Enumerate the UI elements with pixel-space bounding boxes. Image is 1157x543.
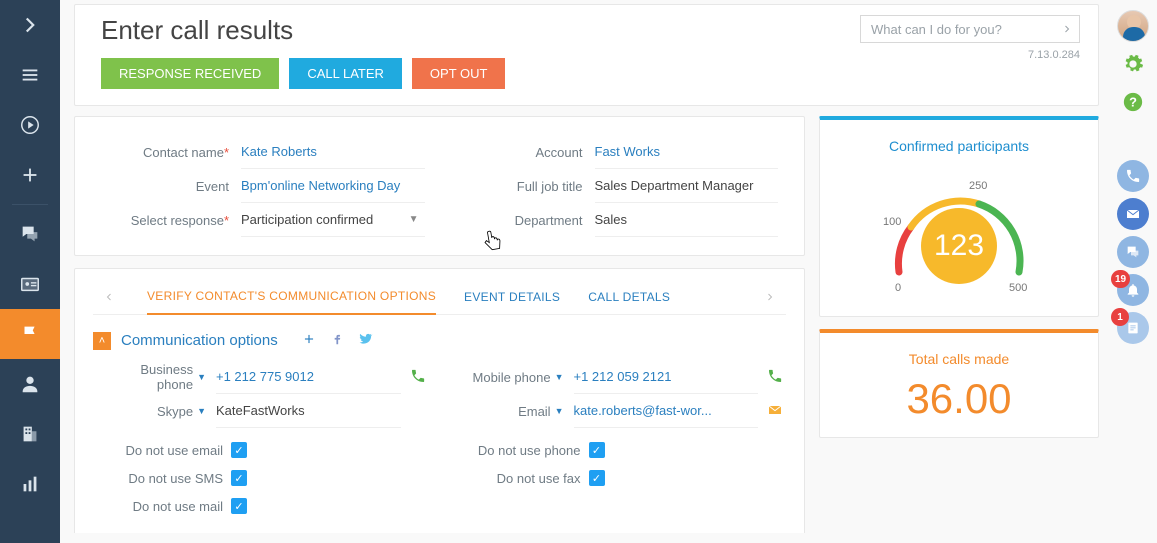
value-mobile-phone[interactable]: +1 212 059 2121 — [574, 360, 759, 394]
help-icon[interactable]: ? — [1117, 86, 1149, 118]
label-contact-name: Contact name* — [101, 145, 241, 160]
label-mobile-phone[interactable]: Mobile phone▼ — [459, 370, 574, 385]
nav-expand-icon[interactable] — [0, 0, 60, 50]
gauge-tick-100: 100 — [883, 216, 901, 228]
call-later-button[interactable]: CALL LATER — [289, 58, 402, 89]
cti-bell-icon[interactable]: 19 — [1117, 274, 1149, 306]
value-full-job-title[interactable]: Sales Department Manager — [595, 169, 779, 203]
checkbox-dnu-mail[interactable]: ✓ — [231, 498, 247, 514]
twitter-icon[interactable] — [356, 331, 374, 350]
cti-mail-icon[interactable] — [1117, 198, 1149, 230]
tab-call-details[interactable]: CALL DETALS — [588, 284, 670, 314]
gauge-value: 123 — [921, 208, 997, 284]
opt-out-button[interactable]: OPT OUT — [412, 58, 506, 89]
gauge-tick-500: 500 — [1009, 282, 1027, 294]
dash-title-confirmed: Confirmed participants — [889, 138, 1029, 154]
nav-flag-icon[interactable] — [0, 309, 60, 359]
section-title-communication: Communication options — [121, 332, 278, 349]
chevron-right-icon — [1061, 23, 1073, 35]
feed-badge: 1 — [1111, 308, 1129, 326]
value-email[interactable]: kate.roberts@fast-wor... — [574, 394, 759, 428]
action-button-row: RESPONSE RECEIVED CALL LATER OPT OUT — [101, 58, 1078, 89]
svg-text:?: ? — [1129, 95, 1137, 110]
global-search[interactable]: What can I do for you? — [860, 15, 1080, 43]
tab-verify-communication[interactable]: VERIFY CONTACT'S COMMUNICATION OPTIONS — [147, 283, 436, 315]
label-dnu-email: Do not use email — [101, 443, 231, 458]
nav-add-icon[interactable] — [0, 150, 60, 200]
cti-feed-icon[interactable]: 1 — [1117, 312, 1149, 344]
label-full-job-title: Full job title — [455, 179, 595, 194]
cti-chat-icon[interactable] — [1117, 236, 1149, 268]
mail-icon[interactable] — [764, 402, 786, 421]
user-avatar[interactable] — [1117, 10, 1149, 42]
label-account: Account — [455, 145, 595, 160]
tab-scroll-left-icon[interactable] — [99, 287, 119, 310]
phone-icon[interactable] — [407, 368, 429, 387]
chevron-down-icon: ▼ — [409, 214, 419, 225]
dash-title-total-calls: Total calls made — [909, 351, 1009, 367]
header-card: What can I do for you? 7.13.0.284 Enter … — [74, 4, 1099, 106]
response-received-button[interactable]: RESPONSE RECEIVED — [101, 58, 279, 89]
nav-separator — [12, 204, 48, 205]
call-form-card: Contact name* Kate Roberts Event Bpm'onl… — [74, 116, 805, 256]
label-email[interactable]: Email▼ — [459, 404, 574, 419]
label-dnu-mail: Do not use mail — [101, 499, 231, 514]
phone-icon[interactable] — [764, 368, 786, 387]
label-skype[interactable]: Skype▼ — [101, 404, 216, 419]
nav-menu-icon[interactable] — [0, 50, 60, 100]
total-calls-value: 36.00 — [906, 375, 1011, 423]
label-dnu-phone: Do not use phone — [459, 443, 589, 458]
tabs-card: VERIFY CONTACT'S COMMUNICATION OPTIONS E… — [74, 268, 805, 533]
label-department: Department — [455, 213, 595, 228]
gauge-tick-250: 250 — [969, 180, 987, 192]
value-skype[interactable]: KateFastWorks — [216, 394, 401, 428]
gauge-tick-0: 0 — [895, 282, 901, 294]
right-float-rail: ? 19 1 — [1109, 0, 1157, 344]
checkbox-dnu-phone[interactable]: ✓ — [589, 442, 605, 458]
dashboard-total-calls: Total calls made 36.00 — [819, 329, 1099, 438]
select-response-text: Participation confirmed — [241, 212, 373, 227]
checkbox-dnu-fax[interactable]: ✓ — [589, 470, 605, 486]
value-select-response[interactable]: Participation confirmed ▼ — [241, 203, 425, 237]
value-event[interactable]: Bpm'online Networking Day — [241, 169, 425, 203]
version-label: 7.13.0.284 — [1028, 49, 1080, 61]
nav-idcard-icon[interactable] — [0, 259, 60, 309]
bell-badge: 19 — [1111, 270, 1130, 288]
gauge-widget: 123 100 250 0 500 — [859, 162, 1059, 302]
checkbox-dnu-sms[interactable]: ✓ — [231, 470, 247, 486]
facebook-icon[interactable] — [328, 332, 346, 349]
value-contact-name[interactable]: Kate Roberts — [241, 135, 425, 169]
tab-event-details[interactable]: EVENT DETAILS — [464, 284, 560, 314]
gear-icon[interactable] — [1117, 48, 1149, 80]
tabs-bar: VERIFY CONTACT'S COMMUNICATION OPTIONS E… — [93, 283, 786, 315]
value-department[interactable]: Sales — [595, 203, 779, 237]
nav-play-icon[interactable] — [0, 100, 60, 150]
label-select-response: Select response* — [101, 213, 241, 228]
label-event: Event — [101, 179, 241, 194]
dashboard-confirmed-participants: Confirmed participants 123 100 250 0 500 — [819, 116, 1099, 317]
label-dnu-fax: Do not use fax — [459, 471, 589, 486]
main-panel: What can I do for you? 7.13.0.284 Enter … — [60, 0, 1157, 543]
search-placeholder: What can I do for you? — [871, 22, 1061, 37]
label-dnu-sms: Do not use SMS — [101, 471, 231, 486]
nav-building-icon[interactable] — [0, 409, 60, 459]
section-collapse-toggle[interactable]: ˄ — [93, 332, 111, 350]
left-nav-rail — [0, 0, 60, 543]
label-business-phone[interactable]: Business phone▼ — [101, 362, 216, 392]
add-communication-icon[interactable] — [300, 332, 318, 349]
cti-phone-icon[interactable] — [1117, 160, 1149, 192]
nav-analytics-icon[interactable] — [0, 459, 60, 509]
nav-user-icon[interactable] — [0, 359, 60, 409]
tab-scroll-right-icon[interactable] — [760, 287, 780, 310]
checkbox-dnu-email[interactable]: ✓ — [231, 442, 247, 458]
nav-chat-icon[interactable] — [0, 209, 60, 259]
value-account[interactable]: Fast Works — [595, 135, 779, 169]
value-business-phone[interactable]: +1 212 775 9012 — [216, 360, 401, 394]
